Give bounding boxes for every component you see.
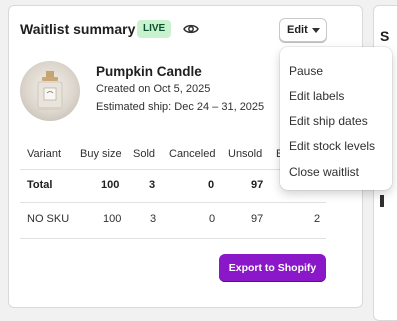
created-date: Created on Oct 5, 2025 (96, 83, 211, 95)
cell-buy-size: 100 (101, 179, 120, 191)
table-divider (20, 238, 326, 239)
edit-button[interactable]: Edit (279, 18, 327, 42)
cell-variant: NO SKU (27, 213, 70, 225)
export-to-shopify-button[interactable]: Export to Shopify (219, 254, 326, 282)
cell-canceled: 0 (209, 213, 216, 225)
cell-canceled: 0 (208, 179, 215, 191)
cell-variant: Total (27, 179, 53, 191)
menu-item-close-waitlist[interactable]: Close waitlist (289, 165, 359, 179)
edit-dropdown-menu: Pause Edit labels Edit ship dates Edit s… (280, 47, 392, 190)
card-title: Waitlist summary (20, 21, 136, 37)
eye-icon[interactable] (183, 22, 199, 36)
table-divider (20, 202, 326, 203)
cell-e: 2 (314, 213, 321, 225)
cell-sold: 3 (149, 179, 156, 191)
col-header-sold: Sold (133, 148, 156, 160)
adjacent-card-title: S (380, 28, 390, 44)
col-header-buy-size: Buy size (80, 148, 122, 160)
status-badge: LIVE (137, 20, 172, 38)
edit-button-label: Edit (287, 24, 308, 36)
cell-unsold: 97 (251, 213, 264, 225)
col-header-canceled: Canceled (169, 148, 216, 160)
menu-item-pause[interactable]: Pause (289, 64, 323, 78)
col-header-unsold: Unsold (228, 148, 263, 160)
menu-item-edit-stock-levels[interactable]: Edit stock levels (289, 139, 375, 153)
cell-sold: 3 (150, 213, 157, 225)
estimated-ship: Estimated ship: Dec 24 – 31, 2025 (96, 101, 265, 113)
product-name: Pumpkin Candle (96, 64, 202, 79)
col-header-variant: Variant (27, 148, 62, 160)
product-thumbnail (20, 61, 80, 121)
chevron-down-icon (311, 27, 320, 33)
menu-item-edit-labels[interactable]: Edit labels (289, 89, 344, 103)
menu-item-edit-ship-dates[interactable]: Edit ship dates (289, 114, 368, 128)
cell-unsold: 97 (251, 179, 264, 191)
adjacent-card-mark (380, 195, 384, 207)
cell-buy-size: 100 (103, 213, 122, 225)
